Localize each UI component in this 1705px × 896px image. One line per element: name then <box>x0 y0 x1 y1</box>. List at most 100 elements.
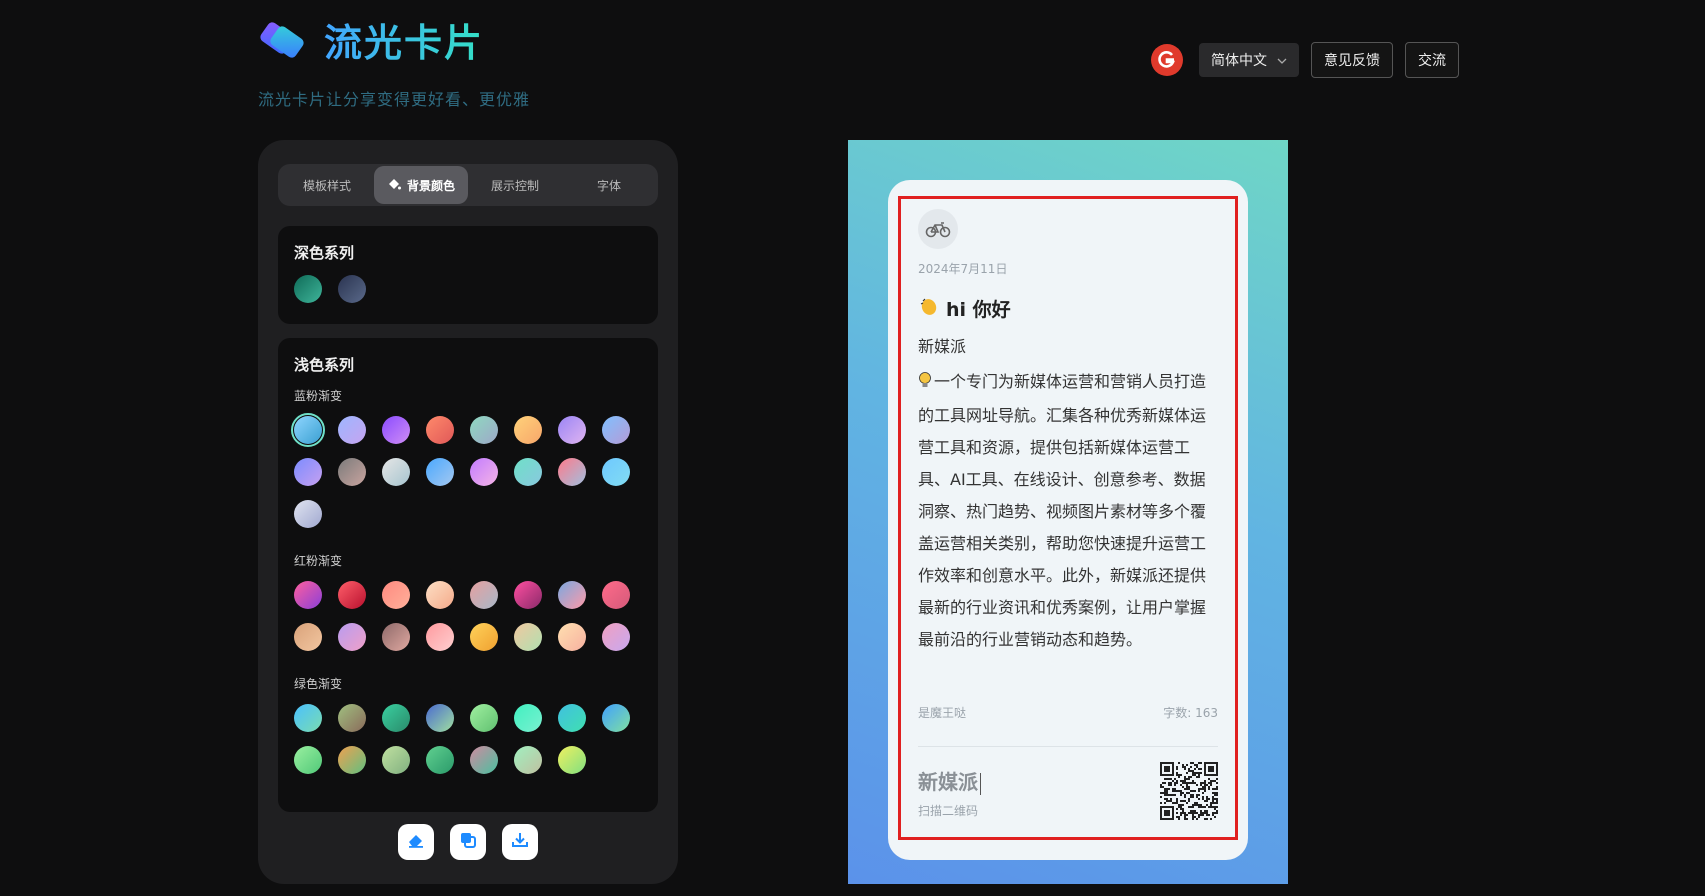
red-pink-swatch[interactable] <box>294 623 322 651</box>
blue-pink-swatch[interactable] <box>602 458 630 486</box>
blue-pink-swatch[interactable] <box>426 416 454 444</box>
red-pink-swatch[interactable] <box>558 581 586 609</box>
green-swatch[interactable] <box>426 746 454 774</box>
blue-pink-swatch[interactable] <box>470 416 498 444</box>
group-title-green: 绿色渐变 <box>294 677 343 691</box>
blue-pink-swatch[interactable] <box>426 458 454 486</box>
blue-pink-swatch[interactable] <box>470 458 498 486</box>
card-greeting: hi 你好 <box>918 295 1011 322</box>
eraser-icon <box>406 830 426 854</box>
settings-panel: 模板样式 背景颜色 展示控制 字体 深色系列 浅色系列 蓝粉渐变 红粉渐变 绿色… <box>258 140 678 884</box>
download-icon <box>510 830 530 854</box>
header-actions: 简体中文 意见反馈 交流 <box>1151 42 1459 78</box>
tab-template-style[interactable]: 模板样式 <box>280 166 374 204</box>
app-title: 流光卡片 <box>324 12 484 67</box>
download-button[interactable] <box>502 824 538 860</box>
tab-label: 模板样式 <box>302 178 351 193</box>
green-swatch[interactable] <box>426 704 454 732</box>
qr-code <box>1160 762 1218 820</box>
blue-pink-swatch[interactable] <box>382 416 410 444</box>
qr-hint: 扫描二维码 <box>918 804 979 818</box>
red-pink-swatch[interactable] <box>514 623 542 651</box>
card-name: 新媒派 <box>918 337 967 356</box>
blue-pink-swatch[interactable] <box>558 416 586 444</box>
tab-label: 展示控制 <box>490 178 539 193</box>
feedback-button[interactable]: 意见反馈 <box>1311 42 1393 78</box>
blue-pink-swatch[interactable] <box>291 413 325 447</box>
red-pink-swatch[interactable] <box>338 623 366 651</box>
language-select[interactable]: 简体中文 <box>1199 43 1299 77</box>
dark-series-section: 深色系列 <box>278 226 658 324</box>
green-swatch[interactable] <box>514 704 542 732</box>
red-pink-swatch[interactable] <box>558 623 586 651</box>
tab-background-color[interactable]: 背景颜色 <box>374 166 468 204</box>
dark-swatch[interactable] <box>338 275 366 303</box>
dark-swatch[interactable] <box>294 275 322 303</box>
blue-pink-swatch[interactable] <box>602 416 630 444</box>
brand-g-icon[interactable] <box>1151 44 1183 76</box>
red-pink-swatch[interactable] <box>602 581 630 609</box>
group-title-red-pink: 红粉渐变 <box>294 554 343 568</box>
green-swatch[interactable] <box>338 704 366 732</box>
card-divider <box>918 746 1218 747</box>
card-greeting-text: hi 你好 <box>946 299 1011 321</box>
blue-pink-swatch[interactable] <box>294 500 322 528</box>
tab-label: 字体 <box>596 178 621 193</box>
blue-pink-swatch[interactable] <box>338 458 366 486</box>
green-swatch[interactable] <box>294 746 322 774</box>
tab-label: 背景颜色 <box>406 178 455 193</box>
red-pink-swatch[interactable] <box>602 623 630 651</box>
red-pink-swatch[interactable] <box>470 581 498 609</box>
red-pink-swatch[interactable] <box>470 623 498 651</box>
blue-pink-swatch[interactable] <box>338 416 366 444</box>
green-swatch[interactable] <box>558 704 586 732</box>
green-swatch[interactable] <box>382 704 410 732</box>
green-swatch[interactable] <box>382 746 410 774</box>
red-pink-swatch[interactable] <box>514 581 542 609</box>
community-button[interactable]: 交流 <box>1405 42 1459 78</box>
green-swatch[interactable] <box>602 704 630 732</box>
green-swatch[interactable] <box>470 704 498 732</box>
red-pink-swatches <box>294 581 642 651</box>
green-swatch[interactable] <box>470 746 498 774</box>
blue-pink-swatches <box>291 413 642 528</box>
bottom-actions <box>398 824 538 860</box>
red-pink-swatch[interactable] <box>294 581 322 609</box>
app-logo[interactable]: 流光卡片 <box>258 12 484 67</box>
blue-pink-swatch[interactable] <box>382 458 410 486</box>
bicycle-icon[interactable] <box>918 209 958 249</box>
green-swatch[interactable] <box>558 746 586 774</box>
green-swatch[interactable] <box>294 704 322 732</box>
tab-display-control[interactable]: 展示控制 <box>468 166 562 204</box>
waving-hand-icon <box>918 295 940 322</box>
language-label: 简体中文 <box>1211 53 1267 69</box>
blue-pink-swatch[interactable] <box>294 458 322 486</box>
red-pink-swatch[interactable] <box>382 623 410 651</box>
red-pink-swatch[interactable] <box>382 581 410 609</box>
green-swatch[interactable] <box>514 746 542 774</box>
copy-icon <box>458 830 478 854</box>
eraser-button[interactable] <box>398 824 434 860</box>
red-pink-swatch[interactable] <box>426 581 454 609</box>
red-pink-swatch[interactable] <box>338 581 366 609</box>
red-pink-swatch[interactable] <box>426 623 454 651</box>
blue-pink-swatch[interactable] <box>558 458 586 486</box>
group-title-blue-pink: 蓝粉渐变 <box>294 389 343 403</box>
copy-button[interactable] <box>450 824 486 860</box>
green-swatches <box>294 704 642 774</box>
dark-series-title: 深色系列 <box>294 244 355 262</box>
settings-tabs: 模板样式 背景颜色 展示控制 字体 <box>278 164 658 206</box>
card-author: 是魔王哒 <box>918 706 967 720</box>
card-preview-background: 2024年7月11日 hi 你好 新媒派 一个专门为新媒体运营和营销人员打造的工… <box>848 140 1288 884</box>
card-logo-icon <box>258 17 310 63</box>
light-series-title: 浅色系列 <box>294 356 355 374</box>
blue-pink-swatch[interactable] <box>514 416 542 444</box>
card-body: 一个专门为新媒体运营和营销人员打造的工具网址导航。汇集各种优秀新媒体运营工具和资… <box>918 366 1218 656</box>
chevron-down-icon <box>1277 52 1287 68</box>
card-preview: 2024年7月11日 hi 你好 新媒派 一个专门为新媒体运营和营销人员打造的工… <box>888 180 1248 860</box>
tab-font[interactable]: 字体 <box>562 166 656 204</box>
light-series-section: 浅色系列 蓝粉渐变 红粉渐变 绿色渐变 <box>278 338 658 812</box>
qr-title-input[interactable]: 新媒派 <box>918 766 981 795</box>
green-swatch[interactable] <box>338 746 366 774</box>
blue-pink-swatch[interactable] <box>514 458 542 486</box>
